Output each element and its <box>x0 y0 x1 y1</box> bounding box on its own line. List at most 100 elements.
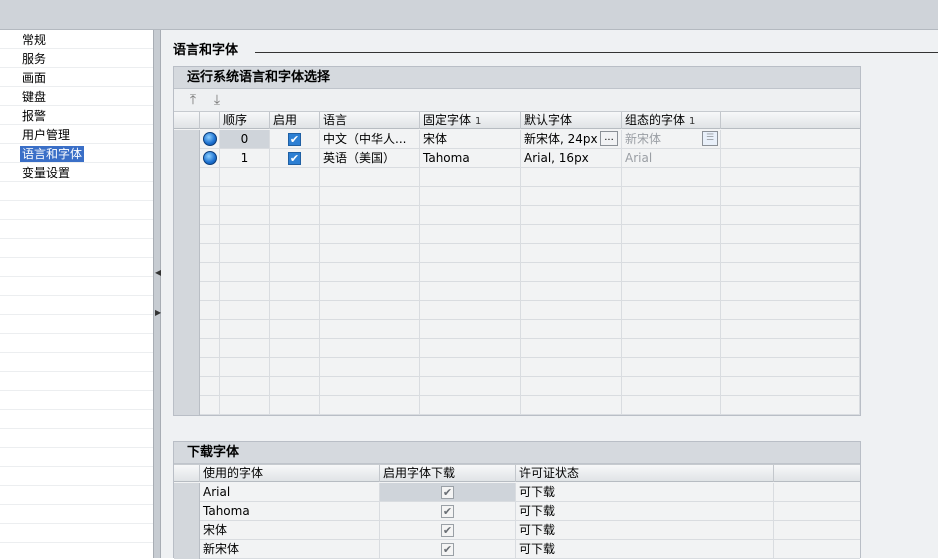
empty-cell[interactable] <box>320 396 420 414</box>
fixed-font-cell[interactable]: 宋体 <box>420 130 521 148</box>
sidebar-item-general[interactable]: 常规 <box>20 32 48 48</box>
empty-cell[interactable] <box>320 377 420 395</box>
empty-cell[interactable] <box>220 339 270 357</box>
empty-cell[interactable] <box>270 206 320 224</box>
empty-cell[interactable] <box>721 225 860 243</box>
empty-cell[interactable] <box>220 187 270 205</box>
empty-cell[interactable] <box>721 244 860 262</box>
empty-cell[interactable] <box>220 263 270 281</box>
empty-cell[interactable] <box>200 301 220 319</box>
empty-cell[interactable] <box>420 301 521 319</box>
empty-cell[interactable] <box>220 377 270 395</box>
default-font-cell[interactable]: 新宋体, 24px... <box>521 130 622 148</box>
empty-cell[interactable] <box>220 225 270 243</box>
header-order[interactable]: 顺序 <box>220 112 270 129</box>
list-icon[interactable]: ☰ <box>702 131 718 146</box>
empty-table-row[interactable] <box>174 263 860 282</box>
sidebar-item-alarms[interactable]: 报警 <box>20 108 48 124</box>
empty-cell[interactable] <box>521 187 622 205</box>
row-header[interactable] <box>174 358 200 377</box>
fixed-font-cell[interactable]: Tahoma <box>420 149 521 167</box>
empty-cell[interactable] <box>200 358 220 376</box>
empty-cell[interactable] <box>220 206 270 224</box>
row-header[interactable] <box>174 339 200 358</box>
empty-cell[interactable] <box>420 263 521 281</box>
row-header[interactable] <box>174 483 200 502</box>
row-header[interactable] <box>174 263 200 282</box>
empty-cell[interactable] <box>420 320 521 338</box>
empty-cell[interactable] <box>622 244 721 262</box>
empty-cell[interactable] <box>622 206 721 224</box>
empty-cell[interactable] <box>420 377 521 395</box>
header-enable[interactable]: 启用 <box>270 112 320 129</box>
panel-splitter[interactable]: ◀ ▶ <box>153 30 161 558</box>
empty-cell[interactable] <box>521 301 622 319</box>
empty-cell[interactable] <box>220 282 270 300</box>
used-font-cell[interactable]: 宋体 <box>200 521 380 539</box>
header-config-font[interactable]: 组态的字体 1 <box>622 112 721 129</box>
empty-cell[interactable] <box>420 206 521 224</box>
enable-download-checkbox[interactable]: ✔ <box>441 543 454 556</box>
empty-cell[interactable] <box>320 263 420 281</box>
row-header[interactable] <box>174 187 200 206</box>
empty-cell[interactable] <box>521 206 622 224</box>
empty-cell[interactable] <box>622 187 721 205</box>
empty-cell[interactable] <box>622 396 721 414</box>
table-row[interactable]: Arial ✔ 可下载 <box>174 483 860 502</box>
empty-cell[interactable] <box>622 377 721 395</box>
empty-cell[interactable] <box>622 320 721 338</box>
empty-cell[interactable] <box>270 187 320 205</box>
empty-cell[interactable] <box>220 168 270 186</box>
empty-cell[interactable] <box>420 339 521 357</box>
expand-right-icon[interactable]: ▶ <box>155 308 161 318</box>
empty-cell[interactable] <box>220 358 270 376</box>
row-header[interactable] <box>174 130 200 149</box>
table-row[interactable]: 宋体 ✔ 可下载 <box>174 521 860 540</box>
empty-cell[interactable] <box>270 301 320 319</box>
empty-cell[interactable] <box>521 282 622 300</box>
row-header[interactable] <box>174 396 200 415</box>
header-language[interactable]: 语言 <box>320 112 420 129</box>
empty-cell[interactable] <box>420 244 521 262</box>
empty-table-row[interactable] <box>174 301 860 320</box>
language-name-cell[interactable]: 中文（中华人... <box>320 130 420 148</box>
empty-cell[interactable] <box>521 358 622 376</box>
empty-table-row[interactable] <box>174 187 860 206</box>
empty-cell[interactable] <box>270 396 320 414</box>
empty-cell[interactable] <box>200 263 220 281</box>
row-header[interactable] <box>174 320 200 339</box>
empty-table-row[interactable] <box>174 339 860 358</box>
sidebar-item-screens[interactable]: 画面 <box>20 70 48 86</box>
empty-cell[interactable] <box>420 358 521 376</box>
config-font-cell[interactable]: 新宋体 ☰ <box>622 130 721 148</box>
header-used-font[interactable]: 使用的字体 <box>200 465 380 482</box>
empty-cell[interactable] <box>270 358 320 376</box>
sidebar-item-keyboard[interactable]: 键盘 <box>20 89 48 105</box>
empty-table-row[interactable] <box>174 244 860 263</box>
order-cell[interactable]: 0 <box>220 130 270 148</box>
header-fixed-font[interactable]: 固定字体 1 <box>420 112 521 129</box>
default-font-cell[interactable]: Arial, 16px <box>521 149 622 167</box>
empty-cell[interactable] <box>200 282 220 300</box>
empty-cell[interactable] <box>320 282 420 300</box>
row-header[interactable] <box>174 301 200 320</box>
used-font-cell[interactable]: Arial <box>200 483 380 501</box>
empty-cell[interactable] <box>721 396 860 414</box>
empty-cell[interactable] <box>721 282 860 300</box>
empty-table-row[interactable] <box>174 168 860 187</box>
enable-download-cell[interactable]: ✔ <box>380 521 516 539</box>
empty-cell[interactable] <box>622 282 721 300</box>
sidebar-item-services[interactable]: 服务 <box>20 51 48 67</box>
empty-cell[interactable] <box>521 168 622 186</box>
row-header[interactable] <box>174 206 200 225</box>
empty-cell[interactable] <box>420 282 521 300</box>
table-row[interactable]: 新宋体 ✔ 可下载 <box>174 540 860 559</box>
empty-cell[interactable] <box>622 263 721 281</box>
row-header[interactable] <box>174 521 200 540</box>
sidebar-item-tag-settings[interactable]: 变量设置 <box>20 165 72 181</box>
row-header[interactable] <box>174 377 200 396</box>
empty-cell[interactable] <box>270 339 320 357</box>
empty-cell[interactable] <box>200 187 220 205</box>
empty-cell[interactable] <box>521 396 622 414</box>
used-font-cell[interactable]: Tahoma <box>200 502 380 520</box>
